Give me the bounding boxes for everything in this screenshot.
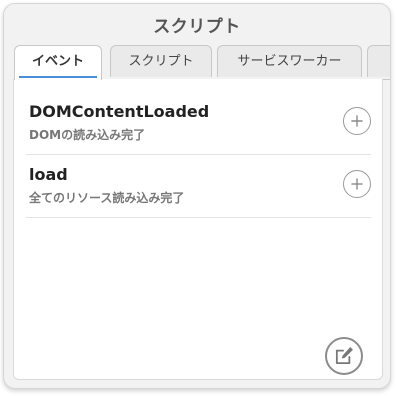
plus-icon <box>351 115 363 127</box>
event-name: DOMContentLoaded <box>29 102 210 121</box>
event-name: load <box>29 165 68 184</box>
list-item: DOMContentLoaded DOMの読み込み完了 <box>26 92 371 155</box>
event-list: DOMContentLoaded DOMの読み込み完了 load 全てのリソース… <box>26 92 371 218</box>
edit-icon <box>335 347 353 365</box>
tab-overflow[interactable] <box>367 45 390 77</box>
tab-service-worker[interactable]: サービスワーカー <box>217 45 362 77</box>
event-description: 全てのリソース読み込み完了 <box>29 191 185 205</box>
tab-bar: イベント スクリプト サービスワーカー <box>14 45 390 80</box>
tab-scripts-label: スクリプト <box>128 54 194 69</box>
tab-events-label: イベント <box>31 54 84 69</box>
tab-service-worker-label: サービスワーカー <box>237 54 342 69</box>
edit-button[interactable] <box>325 337 363 375</box>
event-description: DOMの読み込み完了 <box>29 128 146 142</box>
add-event-button[interactable] <box>343 107 371 135</box>
panel-title: スクリプト <box>153 17 241 37</box>
tab-scripts[interactable]: スクリプト <box>110 45 212 77</box>
add-event-button[interactable] <box>343 170 371 198</box>
plus-icon <box>351 178 363 190</box>
list-item: load 全てのリソース読み込み完了 <box>26 155 371 218</box>
tab-content-events: DOMContentLoaded DOMの読み込み完了 load 全てのリソース… <box>13 79 383 380</box>
tab-events[interactable]: イベント <box>14 45 102 80</box>
script-panel: スクリプト イベント スクリプト サービスワーカー DOMContentLoad… <box>3 3 391 389</box>
